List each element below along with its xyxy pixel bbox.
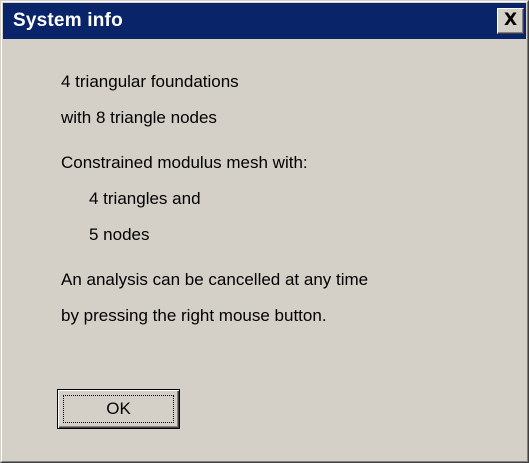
window-title: System info bbox=[13, 10, 123, 31]
foundations-count-text: 4 triangular foundations bbox=[61, 72, 239, 91]
cancel-hint-line1: An analysis can be cancelled at any time bbox=[61, 270, 369, 289]
mesh-heading-text: Constrained modulus mesh with: bbox=[61, 153, 308, 172]
close-icon: X bbox=[503, 10, 518, 30]
mesh-triangles-text: 4 triangles and bbox=[89, 189, 201, 208]
ok-button-label: OK bbox=[106, 399, 131, 418]
cancel-hint-line2: by pressing the right mouse button. bbox=[61, 306, 327, 325]
system-info-dialog: System info X 4 triangular foundations w… bbox=[0, 0, 529, 463]
title-bar[interactable]: System info X bbox=[3, 3, 526, 39]
close-button[interactable]: X bbox=[497, 8, 524, 34]
foundation-nodes-text: with 8 triangle nodes bbox=[61, 108, 217, 127]
mesh-nodes-text: 5 nodes bbox=[89, 225, 150, 244]
ok-button[interactable]: OK bbox=[57, 389, 180, 429]
